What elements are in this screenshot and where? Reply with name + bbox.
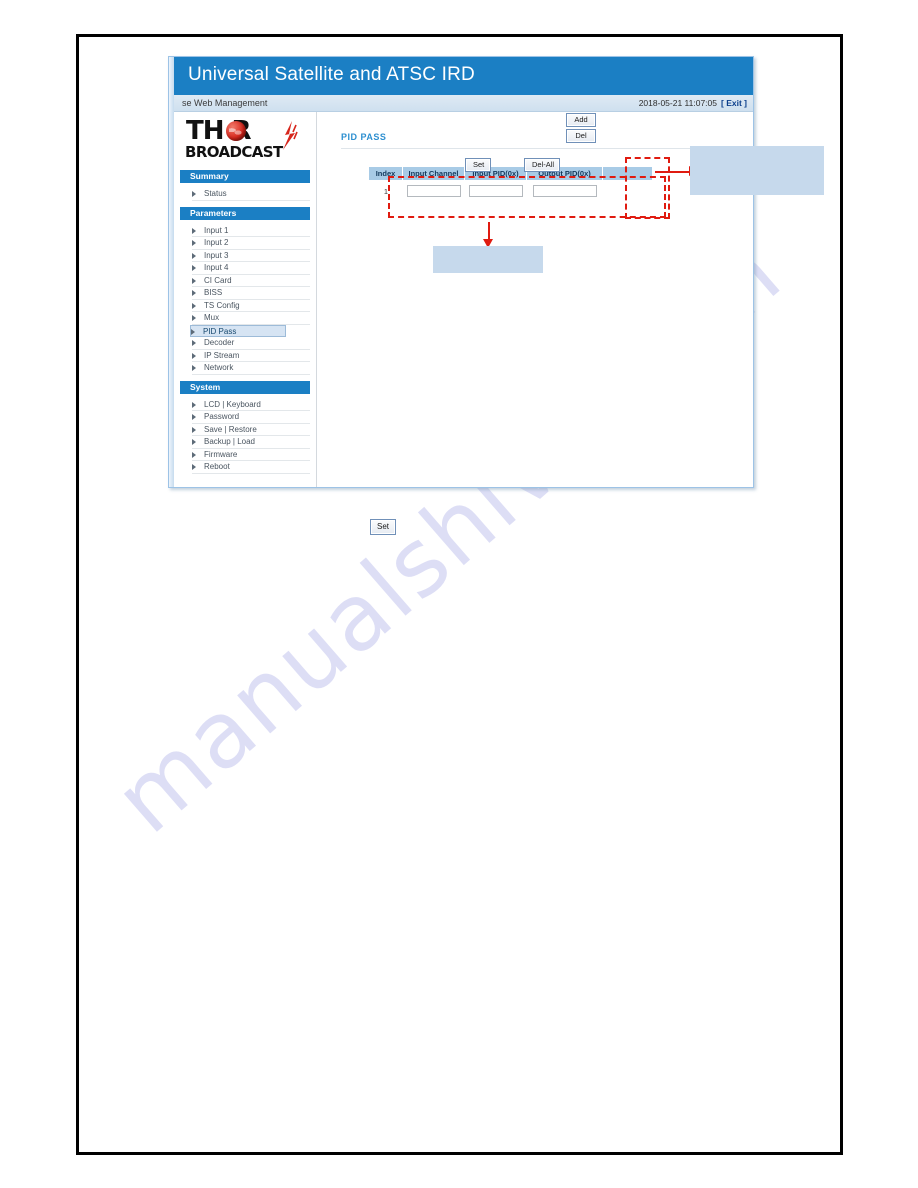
chevron-right-icon bbox=[192, 252, 196, 259]
chevron-right-icon bbox=[192, 302, 196, 309]
annotation-arrow-right-line bbox=[655, 171, 691, 173]
sidebar-item-input-1[interactable]: Input 1 bbox=[192, 225, 310, 237]
sidebar-item-ts-config[interactable]: TS Config bbox=[192, 300, 310, 312]
lightning-bolt-icon bbox=[283, 121, 298, 150]
sidebar-item-ip-stream[interactable]: IP Stream bbox=[192, 350, 310, 362]
heading-divider bbox=[341, 148, 737, 149]
sidebar-item-label: TS Config bbox=[204, 300, 240, 310]
page-title: Universal Satellite and ATSC IRD bbox=[188, 64, 475, 85]
callout-box-right bbox=[690, 146, 824, 195]
sidebar-item-network[interactable]: Network bbox=[192, 362, 310, 375]
sidebar-item-backup-load[interactable]: Backup | Load bbox=[192, 436, 310, 449]
content-heading: PID PASS bbox=[341, 132, 387, 142]
chevron-right-icon bbox=[192, 464, 196, 470]
sidebar-item-password[interactable]: Password bbox=[192, 411, 310, 424]
logo-wordmark-broadcast: BROADCAST bbox=[185, 143, 283, 161]
sidebar-section-system: System bbox=[180, 380, 310, 394]
chevron-right-icon bbox=[192, 340, 196, 346]
sidebar-item-input-4[interactable]: Input 4 bbox=[192, 262, 310, 275]
sidebar-item-label: Input 3 bbox=[204, 250, 229, 260]
sidebar-item-input-2[interactable]: Input 2 bbox=[192, 237, 310, 250]
chevron-right-icon bbox=[192, 439, 196, 445]
sidebar-item-pid-pass[interactable]: PID Pass bbox=[190, 324, 286, 337]
sidebar-item-biss[interactable]: BISS bbox=[192, 287, 310, 300]
callout-box-bottom bbox=[433, 246, 543, 273]
sidebar-item-label: Decoder bbox=[204, 338, 235, 347]
sub-header-label: se Web Management bbox=[182, 98, 268, 108]
sidebar-item-status[interactable]: Status bbox=[192, 188, 310, 201]
sidebar-item-label: Mux bbox=[204, 313, 220, 322]
chevron-right-icon bbox=[192, 227, 196, 234]
chevron-right-icon bbox=[192, 426, 196, 433]
delete-button[interactable]: Del bbox=[566, 129, 596, 143]
sidebar-item-label: BISS bbox=[204, 288, 223, 297]
add-button[interactable]: Add bbox=[566, 113, 596, 127]
sidebar-item-label: LCD | Keyboard bbox=[204, 399, 261, 409]
sidebar-section-parameters: Parameters bbox=[180, 206, 310, 220]
delete-all-button[interactable]: Del-All bbox=[524, 158, 560, 172]
sidebar-item-label: Backup | Load bbox=[204, 437, 256, 446]
sidebar-item-label: Password bbox=[204, 412, 240, 421]
sidebar-item-reboot[interactable]: Reboot bbox=[192, 461, 310, 474]
set-button[interactable]: Set bbox=[465, 158, 491, 172]
globe-icon bbox=[226, 121, 246, 141]
sub-header-status: 2018-05-21 11:07:05[ Exit ] bbox=[639, 98, 747, 108]
sidebar-navigation: TH R BROADCAST Summary Status Parameters In… bbox=[174, 112, 317, 487]
sidebar-item-label: IP Stream bbox=[204, 350, 240, 360]
sidebar-item-mux[interactable]: Mux bbox=[192, 312, 310, 325]
sidebar-item-input-3[interactable]: Input 3 bbox=[192, 250, 310, 262]
inline-set-button[interactable]: Set bbox=[370, 519, 396, 535]
sidebar-item-label: Input 2 bbox=[204, 238, 229, 247]
sidebar-item-lcd-keyboard[interactable]: LCD | Keyboard bbox=[192, 399, 310, 411]
sidebar-item-label: Network bbox=[204, 363, 234, 372]
sidebar-item-ci-card[interactable]: CI Card bbox=[192, 275, 310, 287]
chevron-right-icon bbox=[191, 328, 195, 335]
sidebar-item-firmware[interactable]: Firmware bbox=[192, 449, 310, 461]
sidebar-item-label: Save | Restore bbox=[204, 424, 257, 434]
sidebar-item-label: PID Pass bbox=[203, 326, 237, 336]
sidebar-item-label: CI Card bbox=[204, 275, 232, 285]
sidebar-item-label: Firmware bbox=[204, 449, 238, 459]
sidebar-item-label: Input 4 bbox=[204, 263, 229, 272]
sidebar-section-summary: Summary bbox=[180, 170, 310, 183]
sidebar-item-label: Input 1 bbox=[204, 225, 229, 235]
chevron-right-icon bbox=[192, 277, 196, 284]
chevron-right-icon bbox=[192, 352, 196, 359]
sidebar-item-decoder[interactable]: Decoder bbox=[192, 337, 310, 350]
chevron-right-icon bbox=[192, 401, 196, 408]
timestamp-text: 2018-05-21 11:07:05 bbox=[638, 98, 718, 108]
window-sub-header: se Web Management 2018-05-21 11:07:05[ E… bbox=[174, 95, 753, 112]
chevron-right-icon bbox=[192, 290, 196, 296]
annotation-box-add-button bbox=[625, 157, 670, 219]
sidebar-item-label: Reboot bbox=[204, 462, 230, 471]
exit-link[interactable]: [ Exit ] bbox=[721, 98, 747, 108]
window-title-bar: Universal Satellite and ATSC IRD bbox=[174, 57, 753, 95]
sidebar-item-label: Status bbox=[204, 189, 227, 198]
chevron-right-icon bbox=[192, 265, 196, 271]
chevron-right-icon bbox=[192, 365, 196, 371]
sidebar-item-save-restore[interactable]: Save | Restore bbox=[192, 424, 310, 436]
chevron-right-icon bbox=[192, 414, 196, 420]
chevron-right-icon bbox=[192, 315, 196, 321]
chevron-right-icon bbox=[192, 240, 196, 246]
thor-broadcast-logo: TH R BROADCAST bbox=[182, 116, 308, 168]
chevron-right-icon bbox=[192, 191, 196, 197]
chevron-right-icon bbox=[192, 451, 196, 458]
